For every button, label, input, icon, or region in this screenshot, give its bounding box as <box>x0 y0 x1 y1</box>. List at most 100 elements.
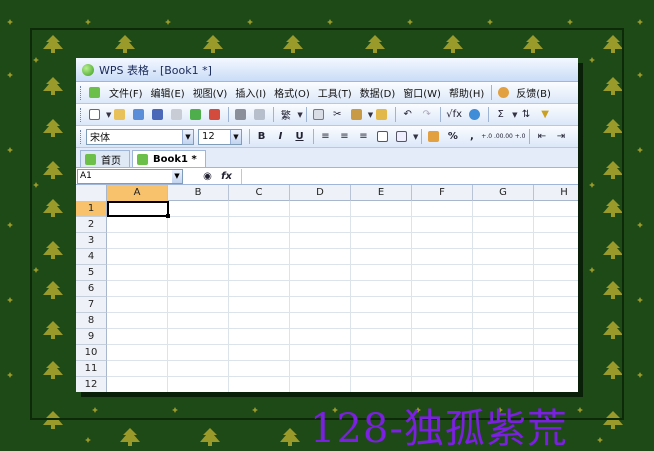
underline-button[interactable]: U <box>291 128 308 145</box>
row-header-1[interactable]: 1 <box>76 201 107 217</box>
pdf-export-icon[interactable] <box>206 106 223 123</box>
formula-input[interactable] <box>241 168 578 184</box>
column-header-b[interactable]: B <box>168 185 229 201</box>
select-all-corner[interactable] <box>76 185 107 201</box>
menu-window[interactable]: 窗口(W) <box>399 85 445 100</box>
bold-button[interactable]: B <box>253 128 270 145</box>
column-header-d[interactable]: D <box>290 185 351 201</box>
row-header-9[interactable]: 9 <box>76 329 107 345</box>
menu-insert[interactable]: 插入(I) <box>231 85 270 100</box>
toolbar-grip[interactable] <box>80 107 83 122</box>
row-header-3[interactable]: 3 <box>76 233 107 249</box>
menu-edit[interactable]: 编辑(E) <box>147 85 189 100</box>
row-header-11[interactable]: 11 <box>76 361 107 377</box>
column-header-f[interactable]: F <box>412 185 473 201</box>
toolbar-grip[interactable] <box>80 129 83 144</box>
row-header-7[interactable]: 7 <box>76 297 107 313</box>
text-wrap-icon[interactable] <box>393 128 410 145</box>
formatting-toolbar: 宋体 ▼ 12 ▼ B I U ≡ ≡ ≡ ▼ % , +.0 .00 .00 … <box>76 126 578 148</box>
increase-indent-icon[interactable]: ⇥ <box>552 128 569 145</box>
align-center-icon[interactable]: ≡ <box>336 128 353 145</box>
feedback-icon[interactable] <box>495 84 512 101</box>
tab-book1[interactable]: Book1 * <box>132 150 206 167</box>
active-cell-a1[interactable] <box>107 201 169 217</box>
merge-dropdown-icon[interactable]: ▼ <box>413 133 418 141</box>
column-header-g[interactable]: G <box>473 185 534 201</box>
align-left-icon[interactable]: ≡ <box>317 128 334 145</box>
copy-icon[interactable] <box>310 106 327 123</box>
print-icon[interactable] <box>232 106 249 123</box>
format-painter-icon[interactable] <box>373 106 390 123</box>
menu-file[interactable]: 文件(F) <box>105 85 147 100</box>
menu-help[interactable]: 帮助(H) <box>445 85 488 100</box>
toolbar-separator <box>529 129 531 144</box>
spreadsheet-grid[interactable]: ABCDEFGH 1 2 3 4 5 6 7 8 9 10 11 12 <box>76 185 578 392</box>
merge-center-icon[interactable] <box>374 128 391 145</box>
grid-row-line <box>107 280 578 281</box>
toolbar-separator <box>273 107 275 122</box>
insert-function-fx-button[interactable]: fx <box>218 168 235 185</box>
column-header-a[interactable]: A <box>107 185 168 201</box>
print-preview-icon[interactable] <box>251 106 268 123</box>
row-header-5[interactable]: 5 <box>76 265 107 281</box>
chevron-down-icon[interactable]: ▼ <box>230 129 241 144</box>
row-header-12[interactable]: 12 <box>76 377 107 392</box>
row-header-4[interactable]: 4 <box>76 249 107 265</box>
wps-app-icon <box>82 63 94 76</box>
font-size-select[interactable]: 12 ▼ <box>198 128 242 145</box>
zoom-cell-icon[interactable]: ◉ <box>199 168 216 185</box>
open-web-icon[interactable] <box>130 106 147 123</box>
decrease-indent-icon[interactable]: ⇤ <box>533 128 550 145</box>
grid-row-line <box>107 248 578 249</box>
percent-button[interactable]: % <box>444 128 461 145</box>
paste-icon[interactable] <box>348 106 365 123</box>
save-icon[interactable] <box>149 106 166 123</box>
redo-icon[interactable]: ↷ <box>418 106 435 123</box>
open-folder-icon[interactable] <box>111 106 128 123</box>
column-header-e[interactable]: E <box>351 185 412 201</box>
chevron-down-icon[interactable]: ▼ <box>172 169 182 183</box>
grid-row-line <box>107 312 578 313</box>
align-right-icon[interactable]: ≡ <box>355 128 372 145</box>
standard-toolbar: ▼ 繁 ▼ ✂ ▼ ↶ ↷ √fx Σ ▼ ⇅ ▼ <box>76 104 578 126</box>
tab-home[interactable]: 首页 <box>80 150 130 167</box>
filter-icon[interactable]: ▼ <box>537 106 554 123</box>
font-size-value: 12 <box>202 131 215 142</box>
hyperlink-icon[interactable] <box>466 106 483 123</box>
column-header-h[interactable]: H <box>534 185 578 201</box>
app-menu-icon[interactable] <box>86 84 103 101</box>
name-box[interactable]: A1 ▼ <box>77 168 183 184</box>
row-header-8[interactable]: 8 <box>76 313 107 329</box>
currency-icon[interactable] <box>425 128 442 145</box>
undo-icon[interactable]: ↶ <box>399 106 416 123</box>
traditional-dropdown-icon[interactable]: ▼ <box>297 111 302 119</box>
traditional-chinese-button[interactable]: 繁 <box>277 106 294 123</box>
sort-ascending-icon[interactable]: ⇅ <box>518 106 535 123</box>
autosum-button[interactable]: Σ <box>492 106 509 123</box>
row-header-10[interactable]: 10 <box>76 345 107 361</box>
cut-icon[interactable]: ✂ <box>329 106 346 123</box>
toolbar-separator <box>421 129 423 144</box>
toolbar-separator <box>249 129 250 144</box>
menu-view[interactable]: 视图(V) <box>189 85 232 100</box>
print-disabled-icon[interactable] <box>168 106 185 123</box>
comma-style-button[interactable]: , <box>463 128 480 145</box>
column-header-c[interactable]: C <box>229 185 290 201</box>
menu-feedback[interactable]: 反馈(B) <box>512 85 555 100</box>
increase-decimal-button[interactable]: +.0 .00 <box>481 128 503 145</box>
chevron-down-icon[interactable]: ▼ <box>182 129 193 144</box>
font-name-select[interactable]: 宋体 ▼ <box>86 128 194 145</box>
export-icon[interactable] <box>187 106 204 123</box>
row-header-2[interactable]: 2 <box>76 217 107 233</box>
new-file-icon[interactable] <box>86 106 103 123</box>
italic-button[interactable]: I <box>272 128 289 145</box>
toolbar-separator <box>313 129 314 144</box>
menu-format[interactable]: 格式(O) <box>270 85 314 100</box>
insert-function-button[interactable]: √fx <box>444 106 464 123</box>
menu-data[interactable]: 数据(D) <box>356 85 400 100</box>
menu-tools[interactable]: 工具(T) <box>314 85 356 100</box>
row-header-6[interactable]: 6 <box>76 281 107 297</box>
fill-handle[interactable] <box>166 214 170 218</box>
decrease-decimal-button[interactable]: .00 +.0 <box>503 128 525 145</box>
toolbar-grip[interactable] <box>80 85 83 100</box>
